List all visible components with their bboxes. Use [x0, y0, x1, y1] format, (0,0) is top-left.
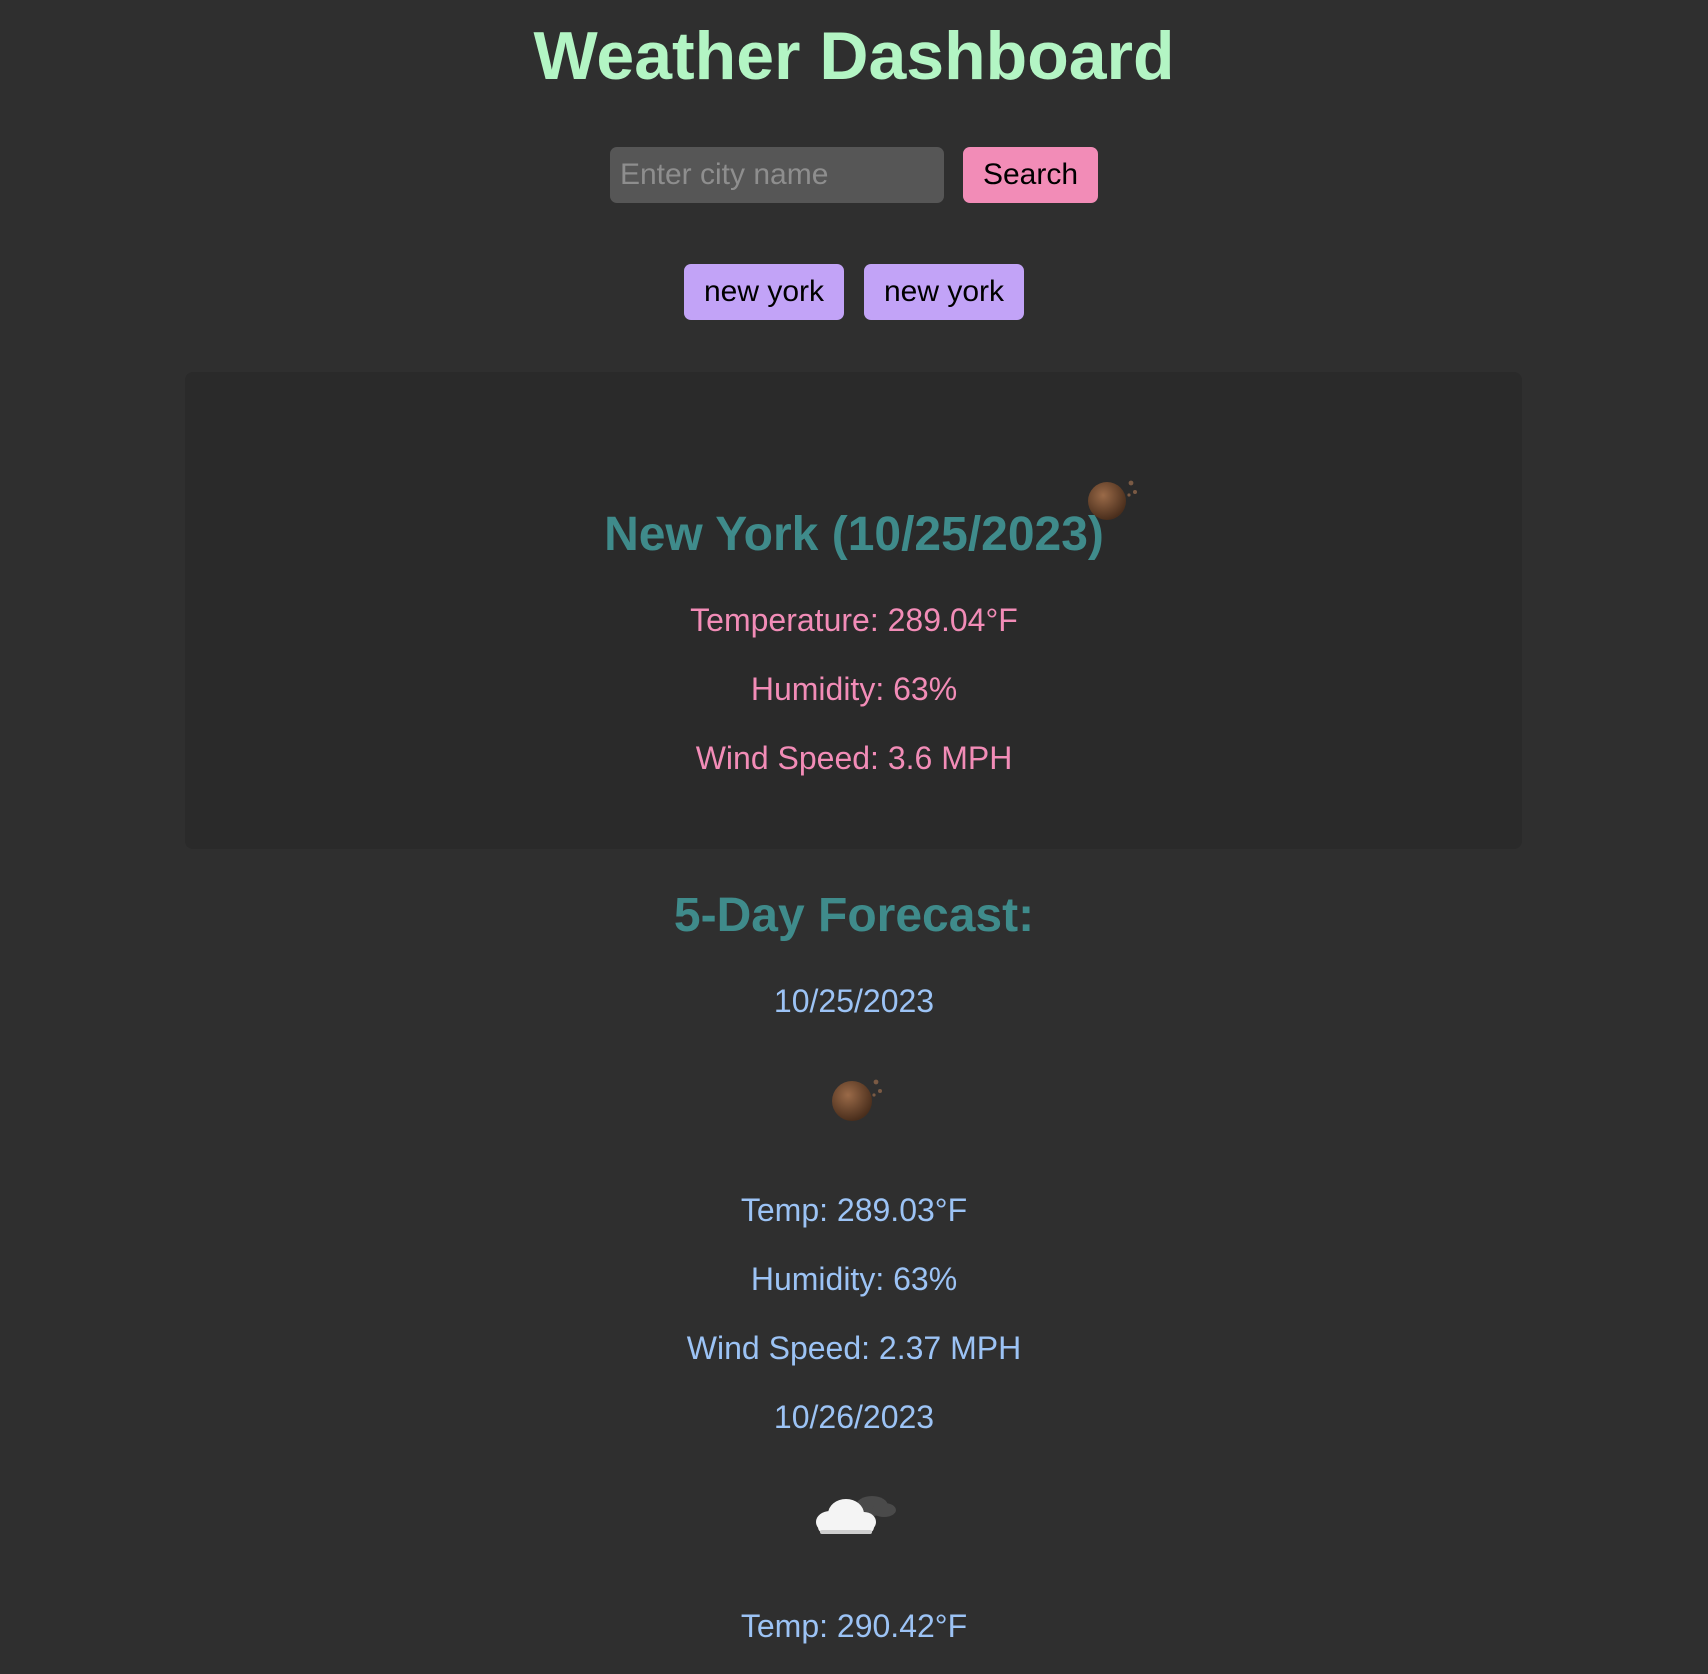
forecast-day-humidity: Humidity: 63% — [750, 1261, 958, 1297]
forecast-day-date: 10/26/2023 — [773, 1399, 935, 1435]
current-humidity: Humidity: 63% — [750, 671, 958, 707]
night-cloudy-icon — [816, 1496, 896, 1534]
current-wind-speed: Wind Speed: 3.6 MPH — [695, 740, 1013, 776]
current-city-heading: New York (10/25/2023) — [604, 508, 1104, 561]
history-city-button[interactable]: new york — [683, 264, 844, 320]
forecast-day-temp: Temp: 290.42°F — [740, 1608, 968, 1644]
history-city-button[interactable]: new york — [864, 264, 1025, 320]
city-search-input[interactable] — [609, 147, 944, 203]
night-moon-icon — [832, 1079, 882, 1121]
page-title: Weather Dashboard — [533, 18, 1175, 94]
search-button[interactable]: Search — [962, 147, 1099, 203]
forecast-day-wind-speed: Wind Speed: 2.37 MPH — [686, 1330, 1022, 1366]
forecast-day-temp: Temp: 289.03°F — [740, 1192, 968, 1228]
search-bar: Search — [0, 147, 1708, 203]
forecast-day-date: 10/25/2023 — [773, 983, 935, 1019]
forecast-heading: 5-Day Forecast: — [673, 889, 1035, 942]
weather-dashboard-page: Weather Dashboard Search new york new yo… — [0, 0, 1708, 1674]
search-history: new york new york — [0, 264, 1708, 320]
current-temperature: Temperature: 289.04°F — [690, 602, 1018, 638]
